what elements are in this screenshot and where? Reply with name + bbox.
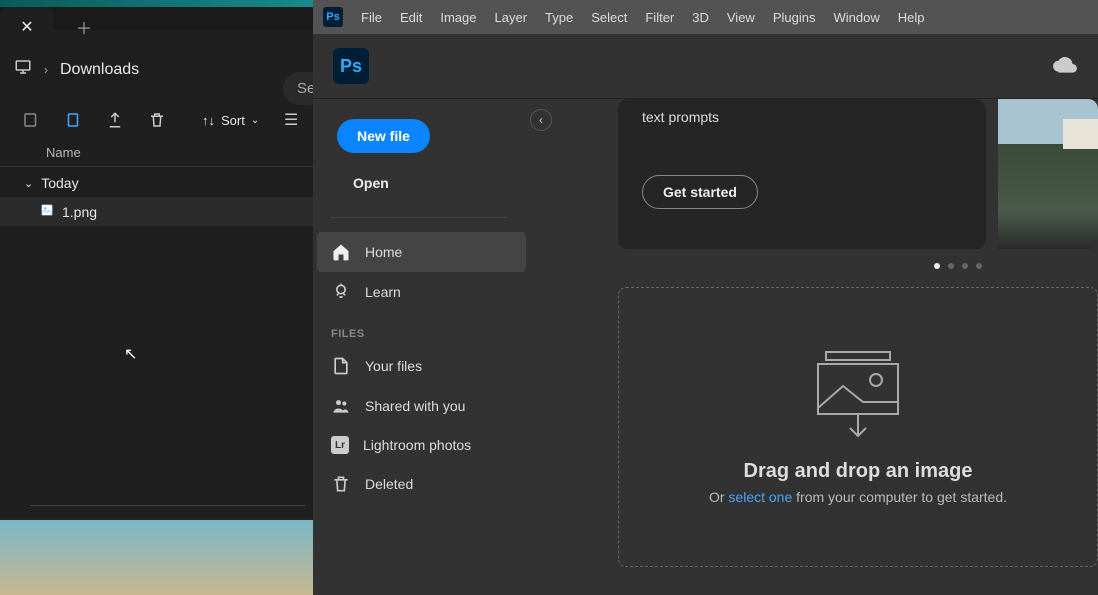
lightroom-icon: Lr: [331, 436, 349, 454]
plus-icon: ＋: [76, 15, 92, 39]
chevron-left-icon: ‹: [539, 113, 543, 127]
lightbulb-icon: [331, 282, 351, 302]
menu-icon[interactable]: ☰: [283, 111, 299, 129]
new-tab-button[interactable]: ＋: [64, 7, 104, 47]
chevron-down-icon: ⌄: [24, 177, 33, 190]
menu-type[interactable]: Type: [537, 6, 581, 29]
sort-label: Sort: [221, 113, 245, 128]
chevron-down-icon: ⌄: [251, 115, 259, 126]
dot-4[interactable]: [976, 263, 982, 269]
monitor-icon: [14, 58, 32, 81]
explorer-tab-strip: ✕ ＋: [0, 7, 313, 30]
drop-image-icon: [808, 350, 908, 440]
file-row[interactable]: 1.png: [0, 197, 313, 226]
section-files-label: FILES: [313, 312, 530, 346]
group-today[interactable]: ⌄ Today: [0, 167, 313, 197]
share-icon[interactable]: [106, 111, 124, 129]
app-header: Ps: [313, 34, 1098, 99]
group-label: Today: [41, 175, 78, 191]
promo-row: text prompts Get started: [618, 99, 1098, 249]
collapse-panel-button[interactable]: ‹: [530, 109, 552, 131]
get-started-button[interactable]: Get started: [642, 175, 758, 209]
nav-lightroom[interactable]: Lr Lightroom photos: [313, 426, 530, 464]
ps-logo-large-icon[interactable]: Ps: [333, 48, 369, 84]
nav-your-files[interactable]: Your files: [313, 346, 530, 386]
home-sidebar: New file Open Home Learn FILES Your file…: [313, 99, 530, 595]
trash-icon: [331, 474, 351, 494]
ps-logo-icon[interactable]: Ps: [323, 7, 343, 27]
nav-learn-label: Learn: [365, 284, 401, 300]
window-accent: [0, 0, 313, 7]
nav-lightroom-label: Lightroom photos: [363, 437, 471, 453]
sort-icon: ↑↓: [202, 113, 215, 128]
dot-2[interactable]: [948, 263, 954, 269]
drop-zone[interactable]: Drag and drop an image Or select one fro…: [618, 287, 1098, 567]
search-input[interactable]: Sea: [283, 72, 313, 105]
drop-title: Drag and drop an image: [744, 460, 973, 483]
menu-window[interactable]: Window: [825, 6, 887, 29]
cloud-icon[interactable]: [1052, 51, 1078, 82]
file-name: 1.png: [62, 204, 97, 220]
close-icon: ✕: [20, 17, 33, 37]
preview-thumbnail: [0, 517, 313, 595]
promo-card: text prompts Get started: [618, 99, 986, 249]
dot-3[interactable]: [962, 263, 968, 269]
nav-shared-label: Shared with you: [365, 398, 465, 414]
explorer-tab-close[interactable]: ✕: [0, 7, 54, 47]
photoshop-window: Ps File Edit Image Layer Type Select Fil…: [313, 0, 1098, 595]
image-file-icon: [40, 203, 54, 220]
nav-your-files-label: Your files: [365, 358, 422, 374]
nav-shared[interactable]: Shared with you: [313, 386, 530, 426]
dot-1[interactable]: [934, 263, 940, 269]
file-icon: [331, 356, 351, 376]
breadcrumb[interactable]: › Downloads: [0, 48, 313, 91]
menu-3d[interactable]: 3D: [684, 6, 717, 29]
menu-bar: Ps File Edit Image Layer Type Select Fil…: [313, 0, 1098, 34]
home-icon: [331, 242, 351, 262]
chevron-right-icon: ›: [44, 63, 48, 77]
nav-learn[interactable]: Learn: [313, 272, 530, 312]
divider: [331, 217, 506, 218]
file-explorer-window: ✕ ＋ › Downloads Sea ↑↓ Sort ⌄ ☰ Name ⌄ T…: [0, 0, 313, 595]
open-button[interactable]: Open: [333, 167, 409, 199]
drop-or: Or: [709, 489, 728, 505]
promo-text: text prompts: [642, 109, 962, 125]
home-main: ‹ text prompts Get started: [530, 99, 1098, 595]
explorer-toolbar: ↑↓ Sort ⌄ ☰: [0, 99, 313, 139]
menu-layer[interactable]: Layer: [487, 6, 536, 29]
new-file-button[interactable]: New file: [337, 119, 430, 153]
trash-icon[interactable]: [148, 111, 166, 129]
menu-view[interactable]: View: [719, 6, 763, 29]
drop-subtitle: Or select one from your computer to get …: [709, 489, 1007, 505]
menu-edit[interactable]: Edit: [392, 6, 430, 29]
sort-button[interactable]: ↑↓ Sort ⌄: [202, 113, 259, 128]
menu-filter[interactable]: Filter: [637, 6, 682, 29]
nav-deleted-label: Deleted: [365, 476, 413, 492]
select-one-link[interactable]: select one: [728, 489, 792, 505]
menu-file[interactable]: File: [353, 6, 390, 29]
new-folder-icon[interactable]: [22, 111, 40, 129]
menu-image[interactable]: Image: [432, 6, 484, 29]
nav-home[interactable]: Home: [317, 232, 526, 272]
copy-icon[interactable]: [64, 111, 82, 129]
nav-home-label: Home: [365, 244, 402, 260]
carousel-dots[interactable]: [818, 263, 1098, 269]
menu-plugins[interactable]: Plugins: [765, 6, 824, 29]
drop-rest: from your computer to get started.: [792, 489, 1007, 505]
people-icon: [331, 396, 351, 416]
nav-deleted[interactable]: Deleted: [313, 464, 530, 504]
menu-help[interactable]: Help: [890, 6, 933, 29]
menu-select[interactable]: Select: [583, 6, 635, 29]
promo-image: [998, 99, 1098, 249]
breadcrumb-current: Downloads: [60, 61, 139, 79]
column-header-name[interactable]: Name: [0, 139, 313, 167]
